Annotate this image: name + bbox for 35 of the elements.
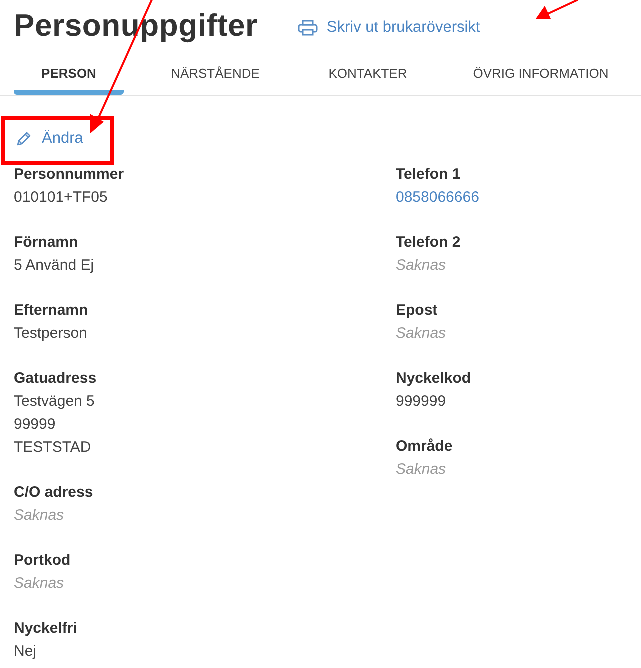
missing-value: Saknas xyxy=(14,574,66,594)
field-value: Nej xyxy=(14,642,38,662)
field-label: Portkod xyxy=(14,551,72,571)
field-value: 999999 xyxy=(396,392,448,412)
pencil-icon xyxy=(16,131,32,147)
tab[interactable]: KONTAKTER xyxy=(293,62,443,95)
tab[interactable]: PERSON xyxy=(14,62,124,95)
field-value: Testvägen 5 xyxy=(14,392,96,412)
field-value: Testperson xyxy=(14,324,88,344)
field-value: 5 Använd Ej xyxy=(14,256,96,276)
missing-value: Saknas xyxy=(396,324,448,344)
field-label: C/O adress xyxy=(14,483,94,503)
print-link[interactable]: Skriv ut brukaröversikt xyxy=(298,19,480,37)
field-label: Personnummer xyxy=(14,165,126,185)
missing-value: Saknas xyxy=(14,506,66,526)
field-label: Nyckelfri xyxy=(14,619,78,639)
field-label: Telefon 1 xyxy=(396,165,462,185)
field-value: TESTSTAD xyxy=(14,438,92,458)
phone-link[interactable]: 0858066666 xyxy=(396,186,480,209)
field-label: Område xyxy=(396,437,454,457)
tab[interactable]: ÖVRIG INFORMATION xyxy=(451,62,631,95)
missing-value: Saknas xyxy=(396,460,448,480)
field-label: Epost xyxy=(396,301,439,321)
field-label: Telefon 2 xyxy=(396,233,462,253)
printer-icon xyxy=(298,20,318,36)
tab[interactable]: NÄRSTÅENDE xyxy=(138,62,293,95)
missing-value: Saknas xyxy=(396,256,448,276)
field-label: Efternamn xyxy=(14,301,90,321)
edit-link[interactable]: Ändra xyxy=(16,130,84,148)
field-value: 99999 xyxy=(14,415,57,435)
field-value: 010101+TF05 xyxy=(14,188,109,208)
field-label: Gatuadress xyxy=(14,369,98,389)
field-label: Nyckelkod xyxy=(396,369,472,389)
annotation-arrow xyxy=(536,0,578,19)
field-label: Förnamn xyxy=(14,233,80,253)
